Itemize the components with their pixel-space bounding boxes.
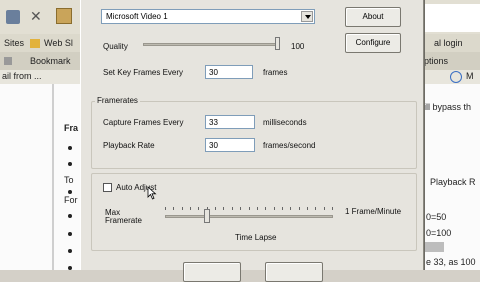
auto-adjust-checkbox[interactable] (103, 183, 112, 192)
framerates-legend: Framerates (95, 96, 140, 105)
bullet (68, 249, 72, 253)
folder-icon (30, 39, 40, 48)
max-framerate-label-line2: Framerate (105, 216, 142, 225)
options-button[interactable]: ptions (424, 56, 448, 66)
text-fragment: Playback R (430, 177, 476, 187)
refresh-icon[interactable] (6, 10, 20, 24)
bullet (68, 214, 72, 218)
bullet (68, 266, 72, 270)
quality-slider-track[interactable] (143, 43, 279, 46)
playback-rate-label: Playback Rate (103, 141, 155, 150)
email-tab[interactable]: ail from ... (2, 71, 42, 81)
video-format-dialog: Microsoft Video 1 About Configure Qualit… (80, 0, 424, 282)
slider-tick (223, 207, 224, 210)
bullet (68, 190, 72, 194)
favorites-sites-link[interactable]: Sites (4, 38, 24, 48)
capture-frames-input[interactable]: 33 (205, 115, 255, 129)
bookmark-icon (4, 57, 12, 65)
content-divider (52, 84, 54, 270)
compressor-select[interactable]: Microsoft Video 1 (101, 9, 315, 24)
about-button[interactable]: About (345, 7, 401, 27)
slider-tick (290, 207, 291, 210)
framerate-slider-thumb[interactable] (204, 209, 210, 223)
key-frames-unit: frames (263, 68, 288, 77)
slider-tick (299, 207, 300, 210)
slider-tick (249, 207, 250, 210)
quality-value: 100 (291, 42, 305, 51)
framerates-group (91, 101, 417, 169)
home-icon[interactable] (56, 8, 72, 24)
text-fragment: ill bypass th (424, 102, 472, 112)
framerate-slider-track[interactable] (165, 215, 333, 218)
address-bar-end[interactable] (424, 4, 480, 32)
close-icon[interactable]: ✕ (30, 8, 42, 25)
framerate-slider-ticks (165, 207, 333, 211)
slider-tick (173, 207, 174, 210)
slider-tick (324, 207, 325, 210)
text-fragment: e 33, as 100 (426, 257, 476, 267)
slider-tick (215, 207, 216, 210)
quality-slider-thumb[interactable] (275, 37, 280, 50)
bullet (68, 146, 72, 150)
cancel-button[interactable] (265, 262, 323, 282)
slider-tick (240, 207, 241, 210)
slider-tick (315, 207, 316, 210)
page-heading-fragment: Fra (64, 123, 79, 133)
text-fragment: 0=50 (426, 212, 447, 222)
ie-tab-icon[interactable] (450, 71, 462, 83)
web-slice-link[interactable]: Web Sl (44, 38, 73, 48)
slider-tick (282, 207, 283, 210)
ok-button[interactable] (183, 262, 241, 282)
chevron-down-icon[interactable] (301, 11, 313, 22)
time-lapse-label: Time Lapse (235, 233, 277, 242)
slider-tick (274, 207, 275, 210)
quality-label: Quality (103, 42, 128, 51)
slider-tick (232, 207, 233, 210)
slider-tick (198, 207, 199, 210)
key-frames-input[interactable]: 30 (205, 65, 253, 79)
capture-frames-label: Capture Frames Every (103, 118, 184, 127)
slider-tick (307, 207, 308, 210)
highlight-block (424, 242, 444, 252)
bookmark-button[interactable]: Bookmark (30, 56, 71, 66)
playback-rate-input[interactable]: 30 (205, 138, 255, 152)
configure-button[interactable]: Configure (345, 33, 401, 53)
slider-tick (190, 207, 191, 210)
mouse-cursor-icon (147, 186, 157, 200)
capture-frames-unit: milliseconds (263, 118, 307, 127)
slider-tick (182, 207, 183, 210)
text-fragment: To (64, 175, 74, 185)
key-frames-label: Set Key Frames Every (103, 68, 184, 77)
bullet (68, 162, 72, 166)
slider-tick (332, 207, 333, 210)
slider-tick (165, 207, 166, 210)
playback-rate-unit: frames/second (263, 141, 316, 150)
slider-tick (257, 207, 258, 210)
compressor-select-value: Microsoft Video 1 (106, 12, 168, 21)
bullet (68, 232, 72, 236)
text-fragment: 0=100 (426, 228, 452, 238)
text-fragment: For (64, 195, 78, 205)
slider-tick (265, 207, 266, 210)
max-framerate-value: 1 Frame/Minute (345, 207, 402, 216)
portal-login-link[interactable]: al login (434, 38, 463, 48)
